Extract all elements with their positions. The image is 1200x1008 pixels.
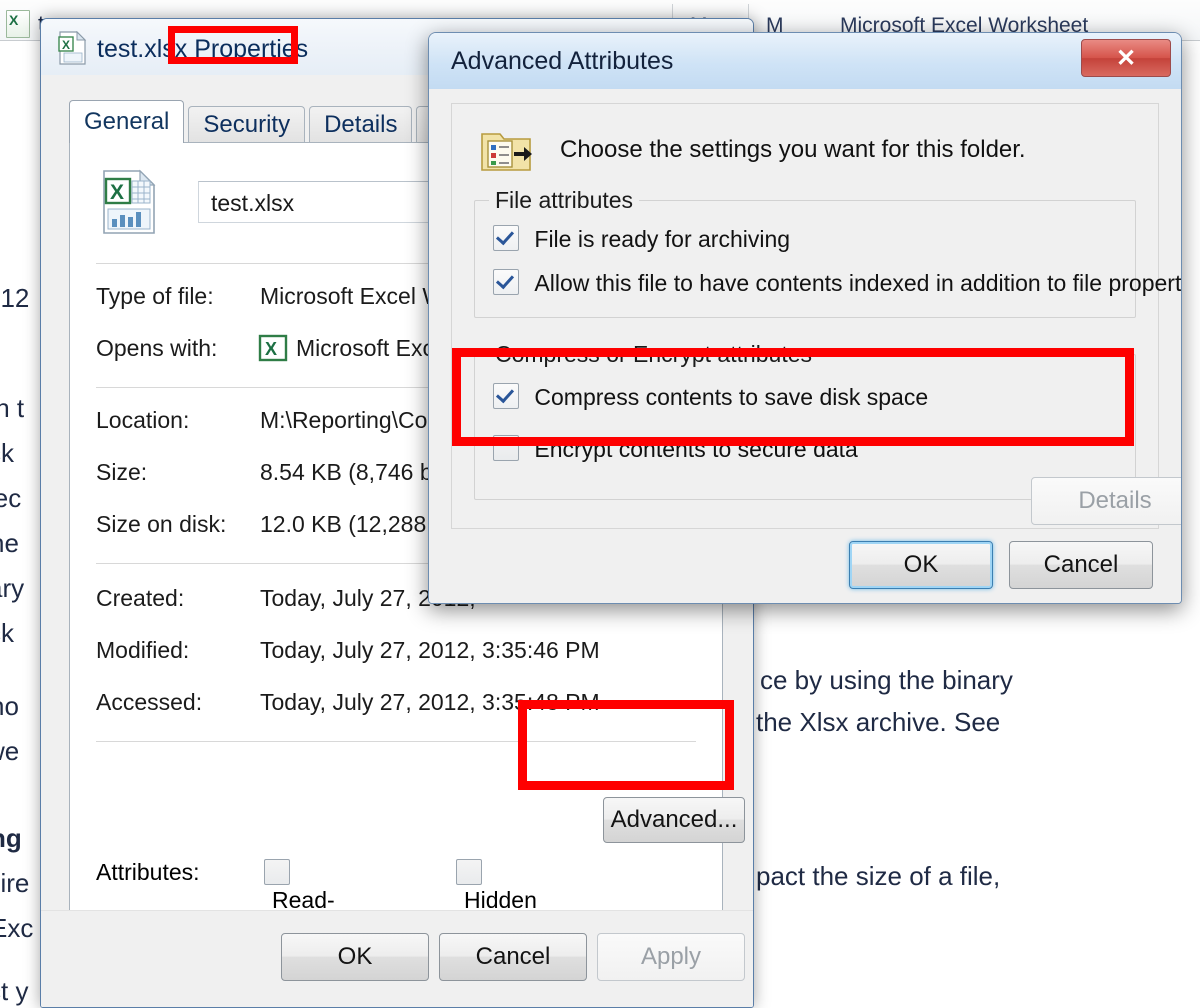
bg-fragment-left-8: we xyxy=(0,736,20,766)
bg-fragment-left-1: th t xyxy=(0,393,25,423)
properties-footer: OK Cancel Apply xyxy=(41,910,753,1007)
compress-checkbox-row[interactable]: Compress contents to save disk space xyxy=(493,383,928,411)
bg-fragment-left-6: ck xyxy=(0,618,14,648)
indexing-checkbox[interactable] xyxy=(493,269,519,295)
field-label: Created: xyxy=(96,585,185,611)
bg-fragment-left-10: dire xyxy=(0,868,30,898)
compress-encrypt-group-title: Compress or Encrypt attributes xyxy=(489,341,819,368)
archiving-checkbox[interactable] xyxy=(493,225,519,251)
compress-checkbox[interactable] xyxy=(493,383,519,409)
bg-fragment-left-5: ary xyxy=(0,573,25,603)
field-label: Opens with: xyxy=(96,335,218,361)
bg-fragment-left-7: no xyxy=(0,691,19,721)
advanced-button[interactable]: Advanced... xyxy=(603,797,745,843)
hidden-checkbox[interactable] xyxy=(456,859,482,885)
field-label: Accessed: xyxy=(96,689,203,715)
advanced-hint-text: Choose the settings you want for this fo… xyxy=(560,136,1026,163)
properties-cancel-button[interactable]: Cancel xyxy=(439,933,587,981)
field-value: Today, July 27, 2012, 3:35:48 PM xyxy=(260,689,600,715)
advanced-panel: Choose the settings you want for this fo… xyxy=(451,103,1181,529)
compress-encrypt-group: Compress or Encrypt attributes Compress … xyxy=(474,341,1181,525)
divider xyxy=(96,741,696,742)
bg-fragment-left-4: he xyxy=(0,528,19,558)
advanced-cancel-button[interactable]: Cancel xyxy=(1009,541,1153,589)
compress-label: Compress contents to save disk space xyxy=(534,384,929,410)
field-label: Size: xyxy=(96,459,148,485)
indexing-checkbox-row[interactable]: Allow this file to have contents indexed… xyxy=(493,269,1182,297)
folder-settings-icon xyxy=(481,133,532,171)
encrypt-label: Encrypt contents to secure data xyxy=(534,436,858,462)
excel-file-icon: X xyxy=(58,31,87,65)
advanced-ok-button[interactable]: OK xyxy=(849,541,993,589)
properties-apply-button: Apply xyxy=(597,933,745,981)
field-label: Size on disk: xyxy=(96,511,227,537)
svg-text:X: X xyxy=(265,339,277,359)
file-attributes-group: File attributes File is ready for archiv… xyxy=(474,187,1181,318)
properties-title: test.xlsx Properties xyxy=(97,35,309,63)
archiving-checkbox-row[interactable]: File is ready for archiving xyxy=(493,225,790,253)
field-label: Modified: xyxy=(96,637,190,663)
field-value: Today, July 27, 2012, 3:35:46 PM xyxy=(260,637,600,663)
bg-fragment-left-9: ng xyxy=(0,823,22,853)
tab-security[interactable]: Security xyxy=(188,106,306,143)
bg-fragment-right-1: the Xlsx archive. See xyxy=(756,707,1001,737)
tab-general[interactable]: General xyxy=(69,100,185,143)
attributes-label: Attributes: xyxy=(96,859,200,885)
advanced-body: Choose the settings you want for this fo… xyxy=(429,89,1181,603)
advanced-dialog-title: Advanced Attributes xyxy=(451,47,674,75)
excel-file-icon xyxy=(6,10,30,38)
file-attributes-group-title: File attributes xyxy=(489,187,640,214)
archiving-label: File is ready for archiving xyxy=(534,226,791,252)
svg-text:X: X xyxy=(110,181,124,204)
svg-text:X: X xyxy=(62,38,70,52)
bg-fragment-right-2: pact the size of a file, xyxy=(756,861,1001,891)
properties-ok-button[interactable]: OK xyxy=(281,933,429,981)
encrypt-checkbox[interactable] xyxy=(493,435,519,461)
bg-fragment-left-12: ct y xyxy=(0,976,29,1006)
field-label: Location: xyxy=(96,407,190,433)
tab-details[interactable]: Details xyxy=(309,106,413,143)
excel-icon: X xyxy=(258,334,288,362)
encrypt-checkbox-row[interactable]: Encrypt contents to secure data xyxy=(493,435,858,463)
details-button: Details xyxy=(1031,477,1181,525)
advanced-titlebar[interactable]: Advanced Attributes ✕ xyxy=(429,33,1181,90)
filename-value: test.xlsx xyxy=(211,190,295,216)
readonly-checkbox[interactable] xyxy=(264,859,290,885)
bg-fragment-left-3: lec xyxy=(0,483,22,513)
excel-document-icon: X xyxy=(103,169,156,234)
bg-fragment-left-0: 012 xyxy=(0,283,30,313)
close-icon[interactable]: ✕ xyxy=(1081,39,1171,77)
field-label: Type of file: xyxy=(96,283,214,309)
bg-fragment-left-2: ck xyxy=(0,438,14,468)
bg-fragment-right-0: ce by using the binary xyxy=(760,665,1013,695)
advanced-attributes-dialog: Advanced Attributes ✕ Choose the setting… xyxy=(428,32,1182,604)
bg-fragment-left-11: Exc xyxy=(0,913,34,943)
indexing-label: Allow this file to have contents indexed… xyxy=(534,270,1182,296)
